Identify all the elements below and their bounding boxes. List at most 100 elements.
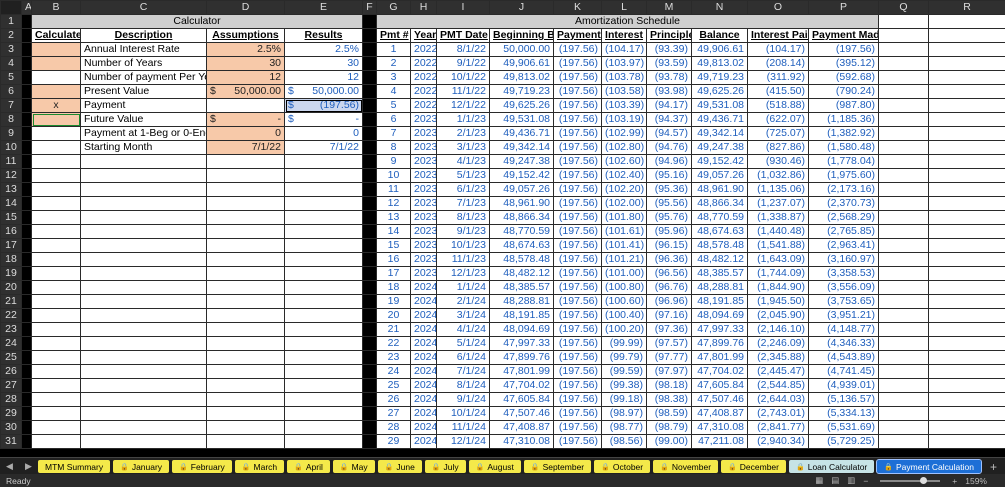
cell[interactable] xyxy=(878,280,929,295)
amortization-cell[interactable]: 12/1/24 xyxy=(436,434,490,449)
row-header[interactable]: 29 xyxy=(0,406,22,421)
cell[interactable] xyxy=(362,168,377,183)
amortization-cell[interactable]: (2,370.73) xyxy=(808,196,879,211)
amortization-cell[interactable]: (592.68) xyxy=(808,70,879,85)
amortization-cell[interactable]: (197.56) xyxy=(553,210,602,225)
assumption-input[interactable]: 0 xyxy=(206,126,285,141)
amortization-cell[interactable]: 2023 xyxy=(410,168,437,183)
cell[interactable] xyxy=(21,238,32,253)
cell[interactable] xyxy=(928,224,1005,239)
amortization-cell[interactable]: (98.56) xyxy=(601,434,647,449)
chevron-left-icon[interactable]: ◀ xyxy=(6,461,13,472)
amortization-cell[interactable]: 2023 xyxy=(410,238,437,253)
sheet-tab-july[interactable]: 🔒 July xyxy=(424,460,466,473)
cell[interactable] xyxy=(928,182,1005,197)
column-header-e[interactable]: E xyxy=(284,0,363,15)
amortization-cell[interactable]: (2,644.03) xyxy=(747,392,809,407)
cell[interactable] xyxy=(31,294,81,309)
amortization-cell[interactable]: (93.59) xyxy=(646,56,692,71)
cell[interactable] xyxy=(362,434,377,449)
amortization-cell[interactable]: (987.80) xyxy=(808,98,879,113)
cell[interactable] xyxy=(80,280,207,295)
cell[interactable] xyxy=(21,154,32,169)
amortization-cell[interactable]: 12/1/23 xyxy=(436,266,490,281)
amortization-cell[interactable]: 2024 xyxy=(410,350,437,365)
cell[interactable] xyxy=(31,252,81,267)
cell[interactable] xyxy=(928,364,1005,379)
row-header[interactable]: 23 xyxy=(0,322,22,337)
row-header[interactable]: 27 xyxy=(0,378,22,393)
cell[interactable] xyxy=(878,420,929,435)
cell[interactable] xyxy=(362,98,377,113)
amortization-cell[interactable]: (197.56) xyxy=(553,168,602,183)
cell[interactable] xyxy=(362,364,377,379)
cell[interactable] xyxy=(21,168,32,183)
amortization-cell[interactable]: 48,770.59 xyxy=(691,210,748,225)
amortization-cell[interactable]: (518.88) xyxy=(747,98,809,113)
column-header-j[interactable]: J xyxy=(489,0,554,15)
amortization-cell[interactable]: (3,556.09) xyxy=(808,280,879,295)
amortization-cell[interactable]: 49,531.08 xyxy=(489,112,554,127)
amortization-cell[interactable]: 2022 xyxy=(410,70,437,85)
cell[interactable] xyxy=(878,84,929,99)
cell[interactable] xyxy=(928,294,1005,309)
amortization-cell[interactable]: 8/1/24 xyxy=(436,378,490,393)
amortization-cell[interactable]: (99.59) xyxy=(601,364,647,379)
cell[interactable] xyxy=(31,266,81,281)
cell[interactable] xyxy=(878,126,929,141)
amortization-cell[interactable]: (97.16) xyxy=(646,308,692,323)
row-header[interactable]: 7 xyxy=(0,98,22,113)
amortization-cell[interactable]: (197.56) xyxy=(553,224,602,239)
amortization-cell[interactable]: 2024 xyxy=(410,280,437,295)
cell[interactable] xyxy=(21,42,32,57)
sheet-tab-loan-calculator[interactable]: 🔒 Loan Calculator xyxy=(789,460,875,473)
amortization-cell[interactable]: (197.56) xyxy=(553,112,602,127)
row-header[interactable]: 6 xyxy=(0,84,22,99)
amortization-cell[interactable]: 49,719.23 xyxy=(489,84,554,99)
amortization-cell[interactable]: 11/1/23 xyxy=(436,252,490,267)
result-cell[interactable]: 7/1/22 xyxy=(284,140,363,155)
cell[interactable] xyxy=(362,322,377,337)
sheet-tab-june[interactable]: 🔒 June xyxy=(377,460,422,473)
result-cell[interactable]: 2.5% xyxy=(284,42,363,57)
cell[interactable] xyxy=(362,406,377,421)
cell[interactable] xyxy=(80,350,207,365)
cell[interactable] xyxy=(878,350,929,365)
amortization-cell[interactable]: 49,152.42 xyxy=(691,154,748,169)
cell[interactable] xyxy=(928,28,1005,43)
amortization-cell[interactable]: (2,568.29) xyxy=(808,210,879,225)
amortization-cell[interactable]: (96.76) xyxy=(646,280,692,295)
cell[interactable] xyxy=(31,434,81,449)
cell[interactable] xyxy=(878,28,929,43)
cell[interactable] xyxy=(21,266,32,281)
amortization-cell[interactable]: 29 xyxy=(376,434,411,449)
amortization-cell[interactable]: 49,057.26 xyxy=(691,168,748,183)
cell[interactable] xyxy=(878,210,929,225)
sheet-tab-mtm-summary[interactable]: MTM Summary xyxy=(38,460,111,473)
amortization-cell[interactable]: (1,744.09) xyxy=(747,266,809,281)
result-cell[interactable]: $ - xyxy=(284,112,363,127)
amortization-cell[interactable]: (101.41) xyxy=(601,238,647,253)
chevron-right-icon[interactable]: ▶ xyxy=(25,461,32,472)
amortization-cell[interactable]: (3,160.97) xyxy=(808,252,879,267)
amortization-cell[interactable]: (197.56) xyxy=(553,406,602,421)
amortization-cell[interactable]: (94.57) xyxy=(646,126,692,141)
amortization-cell[interactable]: (93.78) xyxy=(646,70,692,85)
amortization-cell[interactable]: (4,939.01) xyxy=(808,378,879,393)
amortization-cell[interactable]: 11/1/22 xyxy=(436,84,490,99)
amortization-cell[interactable]: (197.56) xyxy=(553,322,602,337)
amortization-cell[interactable]: 47,408.87 xyxy=(489,420,554,435)
amortization-cell[interactable]: (197.56) xyxy=(553,84,602,99)
amortization-cell[interactable]: (197.56) xyxy=(553,98,602,113)
cell[interactable] xyxy=(362,210,377,225)
cell[interactable] xyxy=(928,322,1005,337)
amortization-cell[interactable]: 9 xyxy=(376,154,411,169)
cell[interactable] xyxy=(206,420,285,435)
amortization-cell[interactable]: (97.77) xyxy=(646,350,692,365)
amortization-cell[interactable]: (103.97) xyxy=(601,56,647,71)
amortization-cell[interactable]: 48,385.57 xyxy=(489,280,554,295)
amortization-cell[interactable]: 5/1/23 xyxy=(436,168,490,183)
amortization-cell[interactable]: (95.56) xyxy=(646,196,692,211)
amortization-cell[interactable]: 2/1/23 xyxy=(436,126,490,141)
amortization-cell[interactable]: (5,334.13) xyxy=(808,406,879,421)
